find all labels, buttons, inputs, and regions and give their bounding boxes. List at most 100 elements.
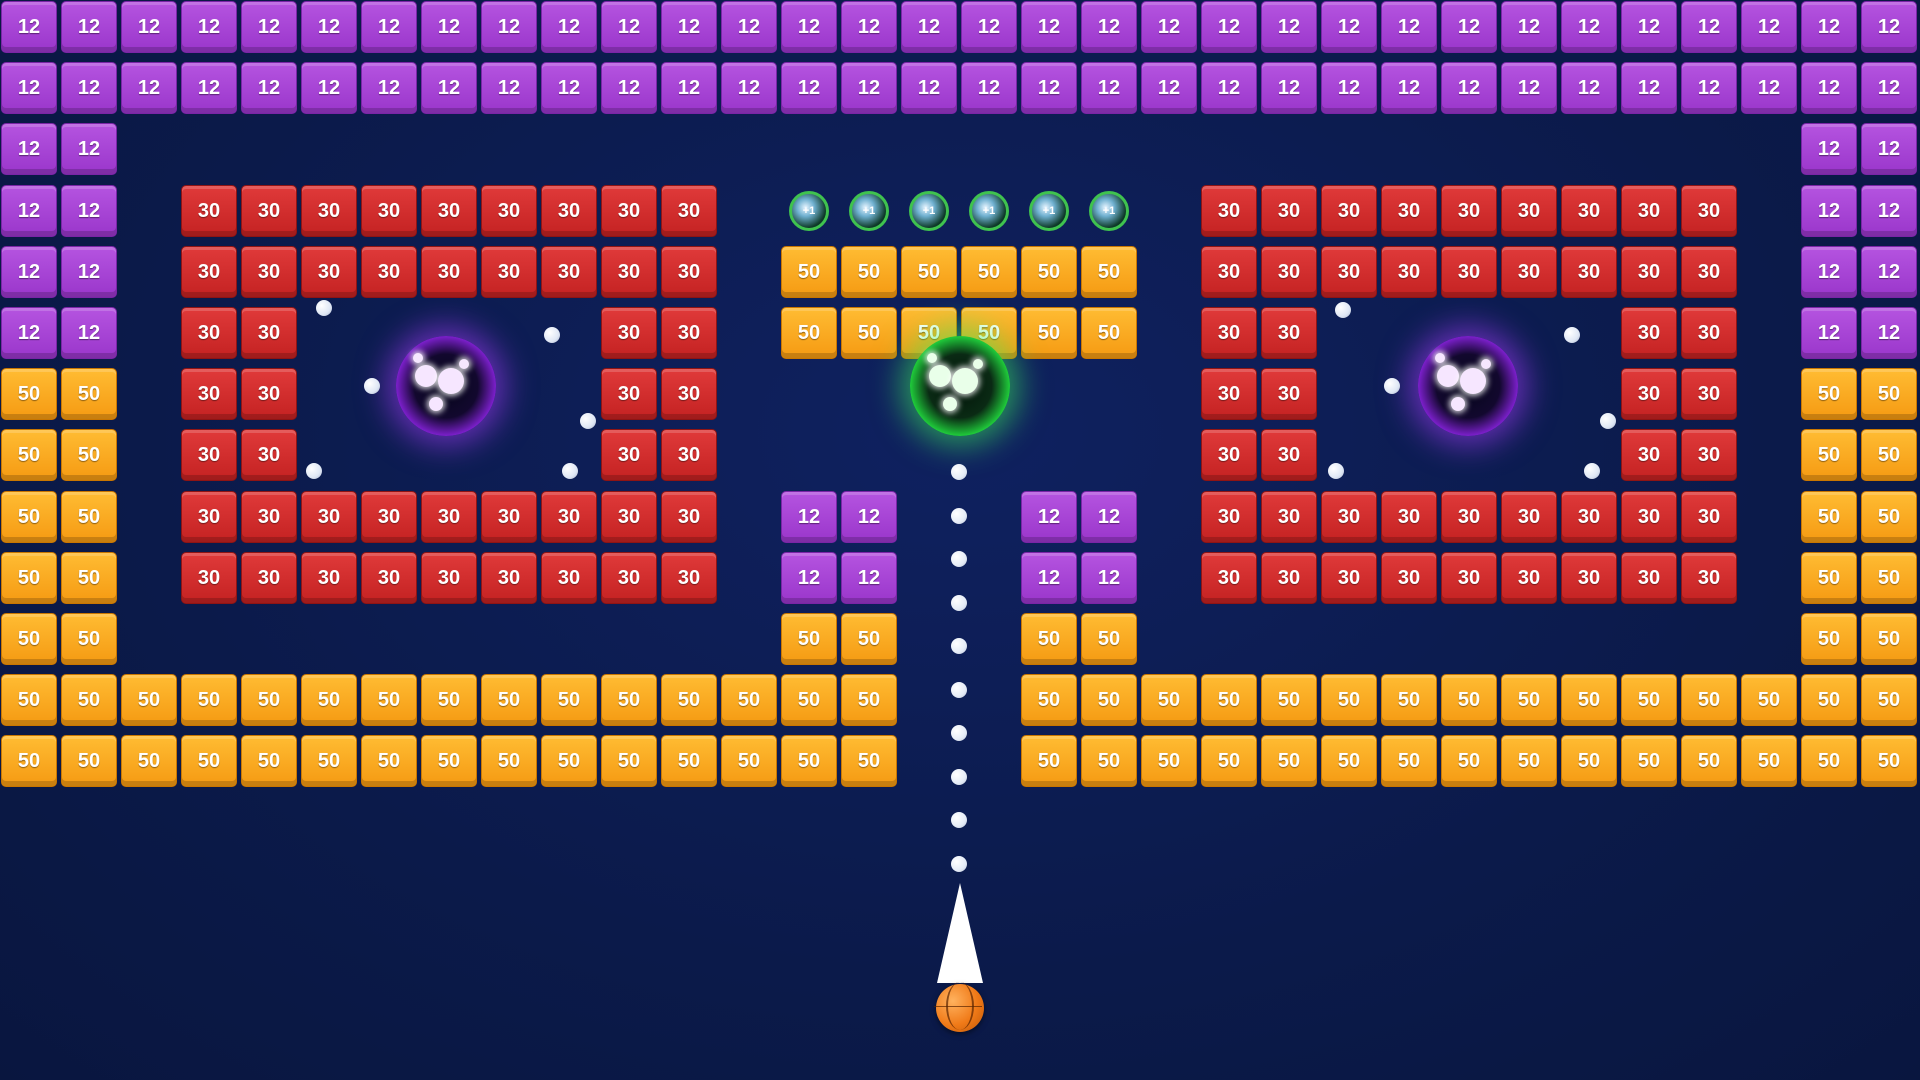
aim-dot <box>951 681 967 698</box>
brick-50: 50 <box>1 368 57 420</box>
brick-12: 12 <box>421 1 477 53</box>
brick-30: 30 <box>181 491 237 543</box>
brick-50: 50 <box>1381 735 1437 787</box>
brick-50: 50 <box>1081 307 1137 359</box>
brick-50: 50 <box>601 674 657 726</box>
brick-12: 12 <box>1441 62 1497 114</box>
game-board[interactable]: 12 12 12 12 12 12 12 12 12 12 12 12 12 12 12 12 12 12 12 12… <box>0 0 1920 1080</box>
brick-12: 12 <box>781 552 837 604</box>
brick-30: 30 <box>1201 307 1257 359</box>
brick-30: 30 <box>1561 246 1617 298</box>
extra-ball-ring-icon: +1 <box>789 191 829 231</box>
aim-dot <box>951 768 967 785</box>
brick-50: 50 <box>1321 735 1377 787</box>
brick-12: 12 <box>1861 185 1917 237</box>
brick-30: 30 <box>601 185 657 237</box>
brick-12: 12 <box>1 307 57 359</box>
brick-30: 30 <box>421 246 477 298</box>
brick-50: 50 <box>721 674 777 726</box>
brick-50: 50 <box>1 491 57 543</box>
brick-30: 30 <box>1201 246 1257 298</box>
brick-30: 30 <box>661 552 717 604</box>
portal-orb <box>459 359 469 369</box>
portal-orb <box>1460 368 1486 394</box>
aim-dot <box>951 594 967 611</box>
brick-50: 50 <box>61 491 117 543</box>
brick-50: 50 <box>961 246 1017 298</box>
brick-50: 50 <box>1441 735 1497 787</box>
brick-12: 12 <box>1501 62 1557 114</box>
brick-30: 30 <box>1681 552 1737 604</box>
brick-12: 12 <box>1381 62 1437 114</box>
brick-12: 12 <box>781 491 837 543</box>
brick-30: 30 <box>1321 552 1377 604</box>
brick-50: 50 <box>1381 674 1437 726</box>
brick-30: 30 <box>481 491 537 543</box>
brick-12: 12 <box>901 62 957 114</box>
brick-30: 30 <box>1201 185 1257 237</box>
brick-50: 50 <box>1861 429 1917 481</box>
brick-50: 50 <box>721 735 777 787</box>
brick-12: 12 <box>1081 552 1137 604</box>
brick-50: 50 <box>1861 674 1917 726</box>
brick-12: 12 <box>1261 62 1317 114</box>
brick-30: 30 <box>1681 491 1737 543</box>
portal-orb <box>1451 397 1465 411</box>
extra-ball-ring-icon: +1 <box>849 191 889 231</box>
brick-50: 50 <box>241 735 297 787</box>
brick-12: 12 <box>1321 62 1377 114</box>
extra-ball-ring-icon: +1 <box>1089 191 1129 231</box>
brick-30: 30 <box>1621 491 1677 543</box>
brick-30: 30 <box>601 368 657 420</box>
brick-12: 12 <box>601 1 657 53</box>
aim-dot <box>951 507 967 524</box>
extra-ball-ring-icon: +1 <box>1029 191 1069 231</box>
brick-30: 30 <box>1261 307 1317 359</box>
brick-30: 30 <box>1621 368 1677 420</box>
brick-50: 50 <box>841 674 897 726</box>
brick-12: 12 <box>1561 1 1617 53</box>
brick-12: 12 <box>1201 62 1257 114</box>
brick-50: 50 <box>1081 613 1137 665</box>
brick-30: 30 <box>1201 429 1257 481</box>
brick-30: 30 <box>1681 246 1737 298</box>
brick-50: 50 <box>1681 674 1737 726</box>
brick-12: 12 <box>1321 1 1377 53</box>
brick-12: 12 <box>121 62 177 114</box>
game-ball <box>544 327 560 343</box>
brick-30: 30 <box>1501 552 1557 604</box>
brick-50: 50 <box>1081 246 1137 298</box>
launcher-ball-icon[interactable] <box>934 982 984 1032</box>
brick-50: 50 <box>781 246 837 298</box>
brick-50: 50 <box>1021 674 1077 726</box>
brick-12: 12 <box>241 62 297 114</box>
brick-50: 50 <box>241 674 297 726</box>
brick-12: 12 <box>1801 62 1857 114</box>
brick-30: 30 <box>1441 185 1497 237</box>
brick-50: 50 <box>1561 735 1617 787</box>
brick-50: 50 <box>61 735 117 787</box>
brick-30: 30 <box>1561 552 1617 604</box>
brick-50: 50 <box>1801 674 1857 726</box>
brick-50: 50 <box>1621 735 1677 787</box>
brick-50: 50 <box>481 674 537 726</box>
aim-dot <box>951 464 967 480</box>
brick-30: 30 <box>361 552 417 604</box>
brick-50: 50 <box>421 674 477 726</box>
brick-50: 50 <box>61 429 117 481</box>
brick-30: 30 <box>181 368 237 420</box>
brick-50: 50 <box>1801 429 1857 481</box>
brick-50: 50 <box>1141 735 1197 787</box>
brick-50: 50 <box>1801 613 1857 665</box>
brick-12: 12 <box>1801 123 1857 175</box>
brick-50: 50 <box>841 735 897 787</box>
brick-50: 50 <box>301 674 357 726</box>
extra-ball-ring-icon: +1 <box>969 191 1009 231</box>
brick-12: 12 <box>241 1 297 53</box>
brick-30: 30 <box>421 552 477 604</box>
aim-dot <box>951 725 967 741</box>
game-ball <box>364 378 380 394</box>
brick-50: 50 <box>1021 735 1077 787</box>
brick-50: 50 <box>121 735 177 787</box>
portal-orb <box>943 397 957 411</box>
